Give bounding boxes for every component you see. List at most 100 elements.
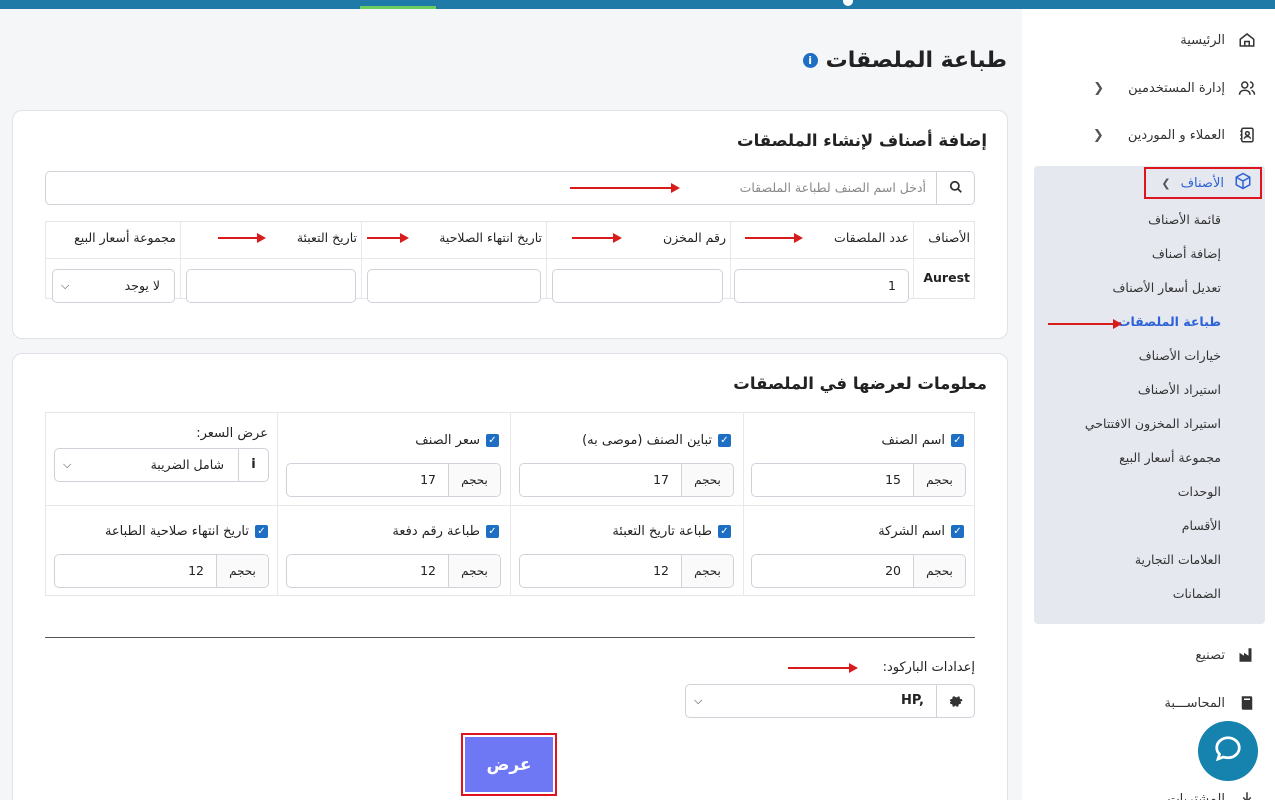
- business-name-size[interactable]: بحجم 20: [751, 554, 966, 588]
- submenu-item[interactable]: إضافة أصناف: [1152, 246, 1221, 261]
- submenu-item[interactable]: مجموعة أسعار البيع: [1119, 450, 1221, 465]
- chevron-left-icon: ❮: [1093, 80, 1105, 96]
- submenu-item-print-labels[interactable]: طباعة الملصقات: [1118, 314, 1221, 329]
- chat-bubble-icon: [1213, 734, 1243, 768]
- price-display-value: شامل الضريبة: [150, 457, 224, 472]
- sidebar-item-users[interactable]: إدارة المستخدمين ❮: [1093, 73, 1257, 103]
- annotation-arrow: [572, 233, 622, 243]
- checkbox-checked-icon[interactable]: ✓: [951, 525, 964, 538]
- field-business-name[interactable]: ✓ اسم الشركة: [878, 524, 964, 539]
- submenu-item[interactable]: استيراد المخزون الافتتاحي: [1085, 416, 1221, 431]
- sidebar: الرئيسية إدارة المستخدمين ❮ العملاء و ال…: [1022, 9, 1275, 800]
- checkbox-checked-icon[interactable]: ✓: [486, 434, 499, 447]
- checkbox-checked-icon[interactable]: ✓: [718, 434, 731, 447]
- checkbox-checked-icon[interactable]: ✓: [255, 525, 268, 538]
- expiry-date-input[interactable]: [367, 269, 541, 303]
- search-input[interactable]: أدخل اسم الصنف لطباعة الملصقات: [740, 172, 926, 204]
- checkbox-checked-icon[interactable]: ✓: [486, 525, 499, 538]
- submenu-item[interactable]: قائمة الأصناف: [1148, 212, 1221, 227]
- size-value: 17: [420, 472, 436, 487]
- barcode-settings-select[interactable]: HP, ⌵: [685, 684, 975, 718]
- chevron-left-icon: ❮: [1092, 127, 1104, 143]
- show-button-label: عرض: [465, 737, 553, 792]
- checkbox-checked-icon[interactable]: ✓: [718, 525, 731, 538]
- submenu-item[interactable]: استيراد الأصناف: [1138, 382, 1221, 397]
- product-variation-size[interactable]: بحجم 17: [519, 463, 734, 497]
- annotation-arrow: [788, 663, 858, 673]
- label-fields-grid: ✓ اسم الصنف بحجم 15 ✓ تباين الصنف (موصى …: [45, 412, 975, 596]
- annotation-arrow: [570, 183, 680, 193]
- sidebar-item-label: الأصناف: [1180, 175, 1224, 191]
- sidebar-item-contacts[interactable]: العملاء و الموردين ❮: [1093, 120, 1257, 150]
- size-value: 15: [885, 472, 901, 487]
- sidebar-item-home[interactable]: الرئيسية: [1180, 25, 1257, 55]
- annotation-arrow: [367, 233, 409, 243]
- label-count-input[interactable]: 1: [734, 269, 909, 303]
- lot-number-size[interactable]: بحجم 12: [286, 554, 501, 588]
- field-packing-date[interactable]: ✓ طباعة تاريخ التعبئة: [612, 524, 731, 539]
- sidebar-item-label: المحاســـبة: [1164, 695, 1225, 711]
- size-prefix: بحجم: [448, 464, 500, 496]
- sidebar-item-manufacturing[interactable]: تصنيع: [1195, 640, 1257, 670]
- size-value: 20: [885, 563, 901, 578]
- book-icon: [1237, 693, 1257, 713]
- size-prefix: بحجم: [681, 555, 733, 587]
- size-prefix: بحجم: [913, 555, 965, 587]
- field-expiry-date[interactable]: ✓ تاريخ انتهاء صلاحية الطباعة: [105, 524, 268, 539]
- chevron-down-icon: ⌵: [61, 279, 70, 292]
- users-icon: [1237, 78, 1257, 98]
- column-header: مجموعة أسعار البيع: [74, 230, 176, 245]
- packing-date-input[interactable]: [186, 269, 356, 303]
- product-name-cell: Aurest: [923, 270, 970, 285]
- search-icon: [949, 179, 963, 198]
- sidebar-item-accounting[interactable]: المحاســـبة: [1164, 688, 1257, 718]
- packing-date-size[interactable]: بحجم 12: [519, 554, 734, 588]
- show-button[interactable]: عرض: [461, 733, 557, 796]
- products-table: الأصناف عدد الملصقات رقم المخزن تاريخ ان…: [45, 221, 975, 303]
- price-display-label: عرض السعر:: [196, 426, 268, 441]
- expiry-date-size[interactable]: بحجم 12: [54, 554, 269, 588]
- checkbox-checked-icon[interactable]: ✓: [951, 434, 964, 447]
- search-button[interactable]: [936, 172, 974, 204]
- column-header: عدد الملصقات: [834, 230, 909, 245]
- size-prefix: بحجم: [216, 555, 268, 587]
- size-value: 12: [653, 563, 669, 578]
- chat-button[interactable]: [1198, 721, 1258, 781]
- chevron-down-icon: ⌵: [63, 458, 72, 471]
- field-product-name[interactable]: ✓ اسم الصنف: [881, 433, 964, 448]
- annotation-arrow: [218, 233, 266, 243]
- submenu-item[interactable]: العلامات التجارية: [1135, 552, 1221, 567]
- divider: [45, 637, 975, 638]
- download-icon: [1237, 789, 1257, 800]
- column-header: الأصناف: [928, 230, 970, 245]
- field-product-variation[interactable]: ✓ تباين الصنف (موصى به): [582, 433, 731, 448]
- submenu-item[interactable]: الضمانات: [1173, 586, 1221, 601]
- submenu-item[interactable]: تعديل أسعار الأصناف: [1112, 280, 1221, 295]
- price-display-select[interactable]: i شامل الضريبة ⌵: [54, 448, 269, 482]
- product-search: أدخل اسم الصنف لطباعة الملصقات: [45, 171, 975, 205]
- submenu-item[interactable]: الأقسام: [1182, 518, 1221, 533]
- sidebar-item-products[interactable]: الأصناف ❯: [1144, 167, 1262, 199]
- sidebar-item-label: الرئيسية: [1180, 32, 1225, 48]
- field-lot-number[interactable]: ✓ طباعة رقم دفعة: [392, 524, 499, 539]
- field-label: سعر الصنف: [415, 433, 480, 448]
- factory-icon: [1237, 645, 1257, 665]
- field-product-price[interactable]: ✓ سعر الصنف: [415, 433, 499, 448]
- price-group-select[interactable]: لا يوجد ⌵: [52, 269, 175, 303]
- annotation-arrow: [745, 233, 803, 243]
- product-name-size[interactable]: بحجم 15: [751, 463, 966, 497]
- submenu-item[interactable]: الوحدات: [1178, 484, 1221, 499]
- product-price-size[interactable]: بحجم 17: [286, 463, 501, 497]
- chevron-down-icon: ❯: [1161, 176, 1171, 190]
- top-bar-indicator: [360, 6, 436, 9]
- info-icon[interactable]: i: [802, 53, 818, 68]
- top-bar-dot: [843, 0, 853, 6]
- field-label: عرض السعر:: [196, 426, 268, 441]
- warehouse-input[interactable]: [552, 269, 723, 303]
- price-group-value: لا يوجد: [124, 278, 160, 293]
- add-products-title: إضافة أصناف لإنشاء الملصقات: [737, 131, 987, 150]
- submenu-item[interactable]: خيارات الأصناف: [1139, 348, 1221, 363]
- field-label: تاريخ انتهاء صلاحية الطباعة: [104, 524, 249, 539]
- sidebar-item-purchases[interactable]: المشتريات: [1167, 784, 1257, 800]
- sidebar-item-label: المشتريات: [1167, 791, 1225, 800]
